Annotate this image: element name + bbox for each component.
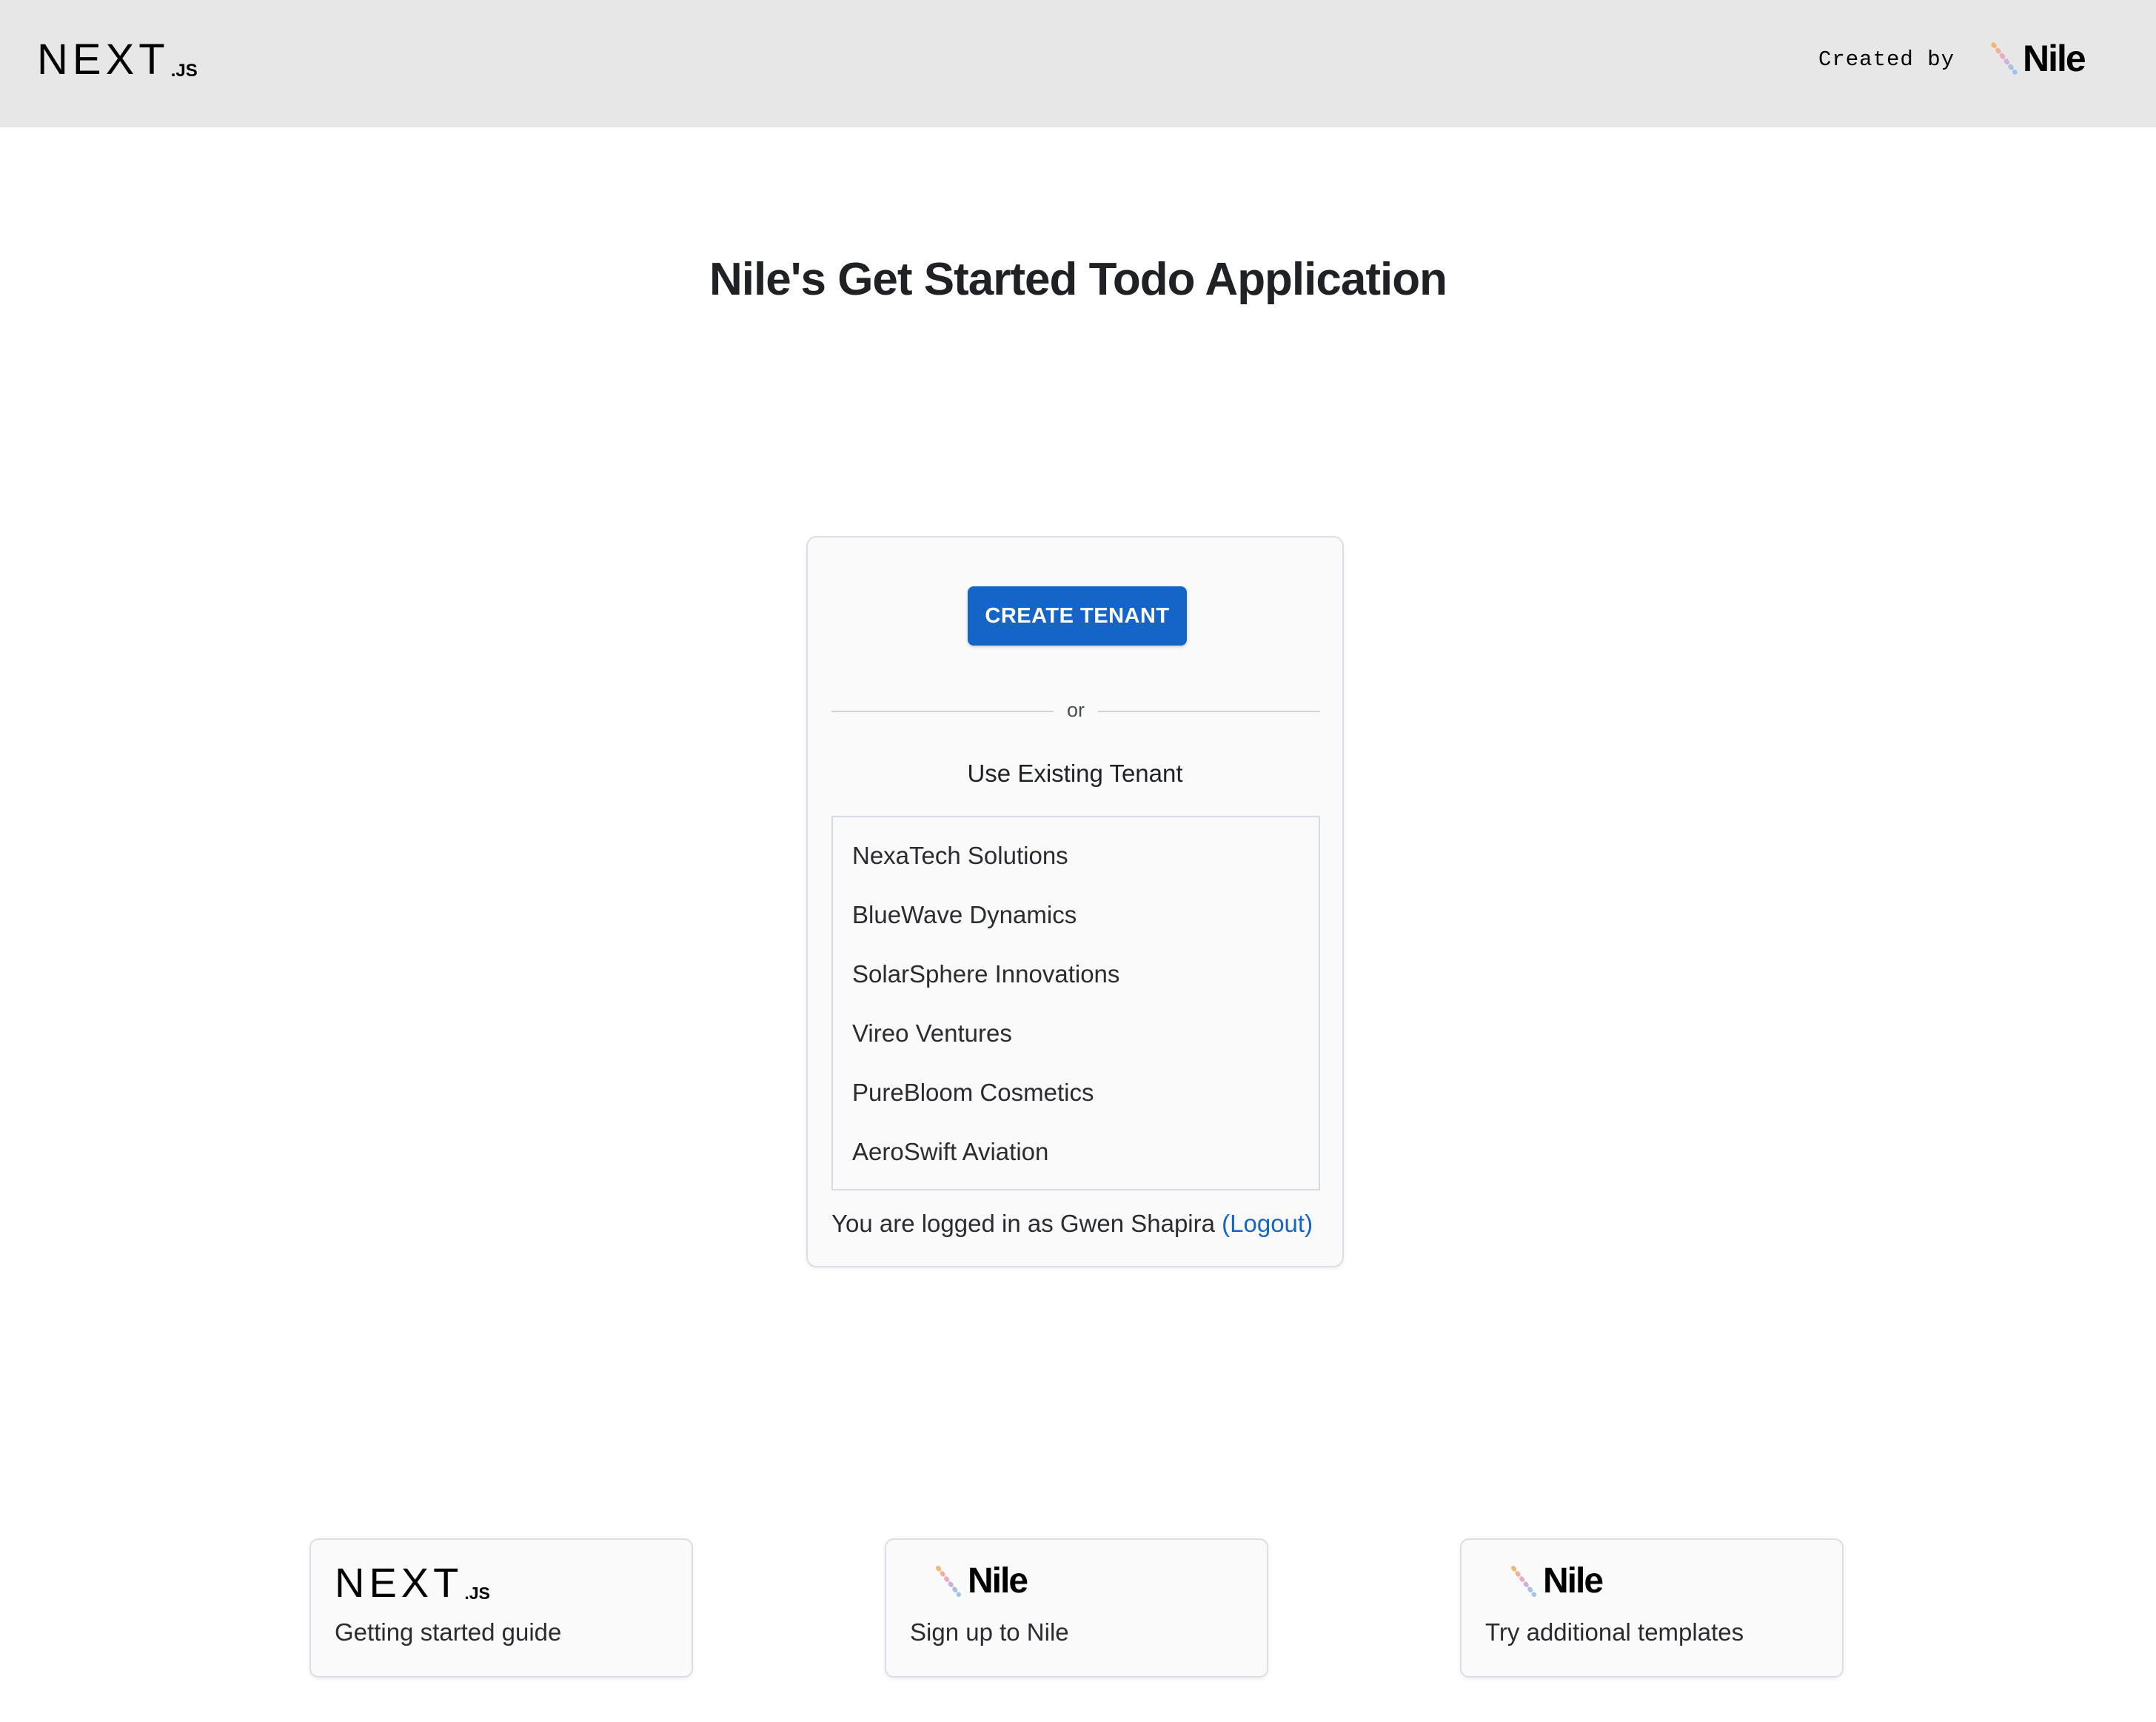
card-caption: Try additional templates bbox=[1485, 1618, 1744, 1646]
nextjs-logo: NEXT .JS bbox=[335, 1562, 490, 1604]
nile-logo-word: Nile bbox=[1543, 1561, 1604, 1601]
divider-line-right bbox=[1098, 711, 1320, 712]
nile-logo-word: Nile bbox=[2023, 38, 2086, 79]
getting-started-card[interactable]: NEXT .JS Getting started guide bbox=[309, 1538, 693, 1678]
tenant-list-item[interactable]: BlueWave Dynamics bbox=[833, 885, 1319, 945]
nile-n-gradient-icon bbox=[1991, 42, 2018, 75]
existing-tenant-heading: Use Existing Tenant bbox=[967, 760, 1183, 787]
created-by-label: Created by bbox=[1818, 47, 1955, 72]
nextjs-logo-word: NEXT bbox=[37, 36, 170, 84]
templates-card[interactable]: Nile Try additional templates bbox=[1460, 1538, 1844, 1678]
card-caption: Sign up to Nile bbox=[910, 1618, 1069, 1646]
nile-logo: Nile bbox=[934, 1561, 1028, 1601]
card-caption: Getting started guide bbox=[335, 1618, 562, 1646]
page-title: Nile's Get Started Todo Application bbox=[709, 254, 1447, 305]
tenant-list-item[interactable]: PureBloom Cosmetics bbox=[833, 1063, 1319, 1122]
nextjs-logo[interactable]: NEXT .JS bbox=[37, 38, 198, 81]
logout-link[interactable]: (Logout) bbox=[1222, 1210, 1313, 1237]
nile-n-gradient-icon bbox=[936, 1566, 961, 1597]
tenant-list-item[interactable]: NexaTech Solutions bbox=[833, 826, 1319, 885]
login-status: You are logged in as Gwen Shapira (Logou… bbox=[831, 1210, 1328, 1238]
nile-n-gradient-icon bbox=[1511, 1566, 1536, 1597]
tenant-list-item[interactable]: AeroSwift Aviation bbox=[833, 1122, 1319, 1182]
or-divider: or bbox=[831, 699, 1320, 724]
nile-logo-word: Nile bbox=[968, 1561, 1028, 1601]
signup-nile-card[interactable]: Nile Sign up to Nile bbox=[885, 1538, 1268, 1678]
nile-logo: Nile bbox=[1509, 1561, 1604, 1601]
nile-logo[interactable]: Nile bbox=[1989, 38, 2086, 79]
tenant-card: CREATE TENANT or Use Existing Tenant Nex… bbox=[806, 536, 1344, 1267]
nextjs-logo-suffix: .JS bbox=[464, 1584, 490, 1603]
nextjs-logo-suffix: .JS bbox=[170, 61, 198, 81]
login-status-text: You are logged in as Gwen Shapira bbox=[831, 1210, 1215, 1237]
tenant-list: NexaTech Solutions BlueWave Dynamics Sol… bbox=[831, 816, 1320, 1190]
tenant-list-item[interactable]: SolarSphere Innovations bbox=[833, 945, 1319, 1004]
nextjs-logo-word: NEXT bbox=[335, 1559, 463, 1606]
tenant-list-item[interactable]: Vireo Ventures bbox=[833, 1004, 1319, 1063]
top-header: NEXT .JS Created by Nile bbox=[0, 0, 2156, 127]
create-tenant-button[interactable]: CREATE TENANT bbox=[968, 586, 1187, 646]
